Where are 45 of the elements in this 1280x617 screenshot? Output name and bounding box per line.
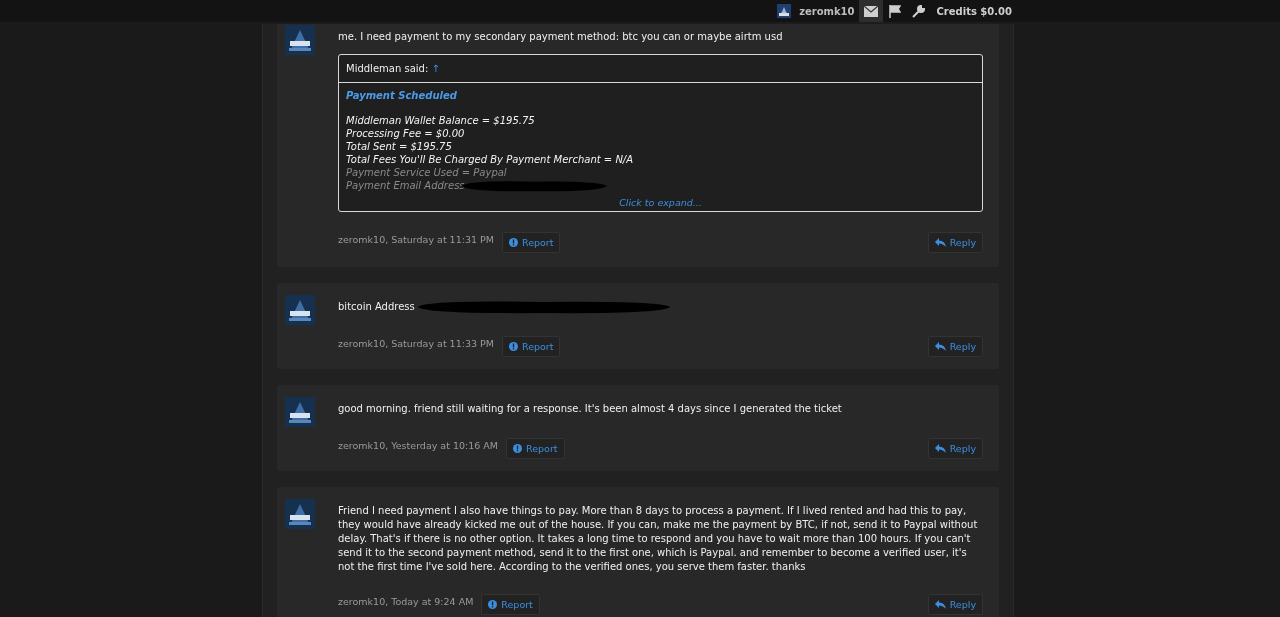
report-button[interactable]: Report [501, 336, 561, 357]
post-message: Friend I need payment I also have things to pay. More than 8 days to process a payment. If I lived rented and had this to pay, they would have already kicked me out of the house. If you can, make me the payment by BTC, if not, send it to Paypal without delay. That's if there is no other option. It takes a long time to respond and you have to wait more than 100 hours. If you can't send it to the second payment method, send it to the first one, which is Paypal. and remember to become a verified user, it's not the first time I've sold here. According to the verified ones, you serve them faster. thanks [338, 504, 979, 574]
nav-tab[interactable] [858, 0, 883, 22]
post-message: bitcoin Address [338, 300, 415, 314]
reply-arrow-icon [934, 238, 946, 247]
avatar-icon[interactable] [285, 499, 315, 529]
reply-button[interactable]: Reply [927, 594, 983, 615]
post-meta: zeromk10, Yesterday at 10:16 AM [338, 440, 499, 451]
reply-button[interactable]: Reply [927, 232, 983, 253]
post-message: good morning. friend still waiting for a response. It's been almost 4 days since I generated the ticket [338, 402, 842, 416]
info-icon [513, 444, 523, 453]
quote-link[interactable]: ↑ [431, 63, 440, 74]
avatar-icon[interactable] [285, 397, 315, 427]
flag-icon [888, 4, 901, 18]
avatar-icon[interactable] [285, 25, 315, 55]
quote-line: Total Fees You'll Be Charged By Payment Merchant = N/A [346, 154, 634, 165]
report-button[interactable]: Report [481, 594, 540, 615]
reply-button[interactable]: Reply [927, 336, 983, 357]
quote-author: Middleman said: [346, 63, 429, 74]
credits-link[interactable]: Credits $0.00 [936, 5, 1012, 17]
report-button[interactable]: Report [501, 232, 561, 253]
reply-button[interactable]: Reply [927, 438, 983, 459]
avatar-icon[interactable] [777, 4, 792, 18]
username-link[interactable]: zeromk10 [799, 5, 855, 17]
quote-title: Payment Scheduled [346, 90, 458, 101]
reply-arrow-icon [934, 600, 946, 609]
post-meta: zeromk10, Saturday at 11:31 PM [338, 234, 494, 245]
info-icon [508, 238, 518, 247]
quote-line: Payment Email Address [346, 180, 465, 191]
quote-line: Payment Service Used = Paypal [346, 167, 507, 178]
reply-arrow-icon [934, 342, 946, 351]
quote-line: Processing Fee = $0.00 [346, 128, 465, 139]
expand-link[interactable]: Click to expand... [619, 197, 702, 208]
quote-line: Middleman Wallet Balance = $195.75 [346, 115, 535, 126]
quote-line: Total Sent = $195.75 [346, 141, 452, 152]
post-meta: zeromk10, Saturday at 11:33 PM [338, 338, 494, 349]
envelope-icon [863, 5, 878, 17]
reply-arrow-icon [934, 444, 946, 453]
wrench-icon [912, 4, 925, 18]
post-meta: zeromk10, Today at 9:24 AM [338, 596, 474, 607]
post-message: me. I need payment to my secondary payment method: btc you can or maybe airtm usd [338, 30, 783, 44]
info-icon [508, 342, 518, 351]
info-icon [488, 600, 498, 609]
avatar-icon[interactable] [285, 295, 315, 325]
report-button[interactable]: Report [506, 438, 565, 459]
